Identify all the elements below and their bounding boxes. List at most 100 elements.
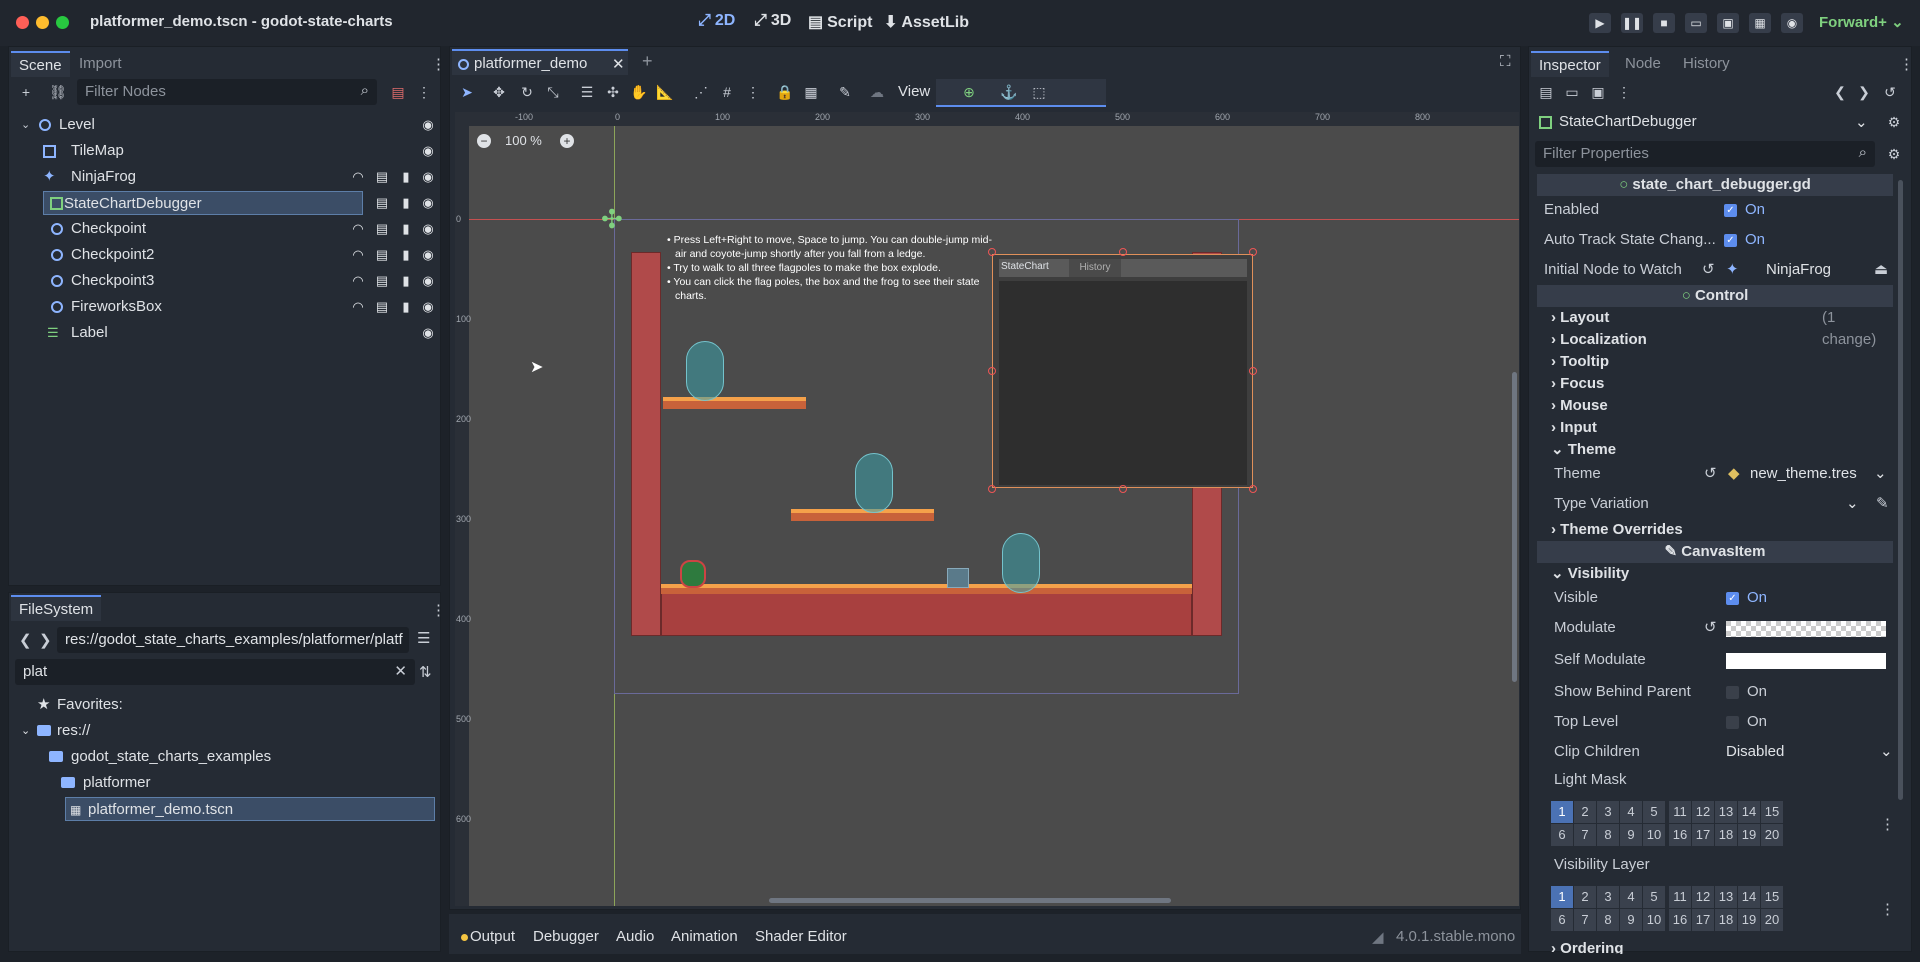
section-localization[interactable]: › Localization bbox=[1537, 329, 1893, 351]
visibility-eye-icon[interactable]: ◉ bbox=[419, 191, 437, 215]
script-icon[interactable]: ▮ bbox=[397, 243, 415, 267]
renderer-select[interactable]: Forward+ ⌄ bbox=[1819, 13, 1904, 31]
layer-cell[interactable]: 10 bbox=[1643, 909, 1665, 931]
visibility-eye-icon[interactable]: ◉ bbox=[419, 295, 437, 319]
file-search-input[interactable]: plat ✕ bbox=[15, 659, 415, 685]
zoom-in-icon[interactable]: + bbox=[560, 134, 574, 148]
open-resource-icon[interactable]: ▭ bbox=[1561, 81, 1583, 103]
layer-cell[interactable]: 15 bbox=[1761, 801, 1783, 823]
select-tool-icon[interactable]: ➤ bbox=[456, 81, 478, 103]
signals-icon[interactable]: ◠ bbox=[349, 295, 367, 319]
modulate-color-picker[interactable] bbox=[1726, 621, 1886, 637]
chevron-down-icon[interactable]: ⌄ bbox=[1874, 461, 1887, 487]
layer-cell[interactable]: 5 bbox=[1643, 801, 1665, 823]
lock-icon[interactable]: 🔒 bbox=[774, 81, 796, 103]
container-layout-icon[interactable]: ⬚ bbox=[1028, 81, 1050, 103]
group-icon[interactable]: ▤ bbox=[373, 269, 391, 293]
dock-menu-icon[interactable]: ⋮ bbox=[431, 55, 446, 73]
layer-cell[interactable]: 3 bbox=[1597, 801, 1619, 823]
group-icon[interactable]: ▤ bbox=[373, 191, 391, 215]
section-tooltip[interactable]: › Tooltip bbox=[1537, 351, 1893, 373]
tree-node-level[interactable]: ⌄ Level ◉ bbox=[17, 113, 434, 137]
scene-menu-icon[interactable]: ⋮ bbox=[413, 81, 435, 103]
sort-icon[interactable]: ⇅ bbox=[419, 663, 432, 681]
visibility-eye-icon[interactable]: ◉ bbox=[419, 217, 437, 241]
skeleton-icon[interactable]: ✎ bbox=[834, 81, 856, 103]
filter-nodes-input[interactable]: Filter Nodes ⌕ bbox=[77, 79, 377, 105]
ninja-frog[interactable] bbox=[680, 560, 706, 588]
tab-shader-editor[interactable]: Shader Editor bbox=[755, 928, 847, 945]
layer-cell[interactable]: 20 bbox=[1761, 824, 1783, 846]
enabled-checkbox[interactable]: ✓ On bbox=[1724, 197, 1765, 223]
section-visibility[interactable]: ⌄ Visibility bbox=[1537, 563, 1893, 585]
add-anchor-icon[interactable]: ⊕ bbox=[958, 81, 980, 103]
grid-snap-icon[interactable]: # bbox=[716, 81, 738, 103]
history-back-icon[interactable]: ❮ bbox=[1829, 81, 1851, 103]
close-window-button[interactable] bbox=[16, 16, 29, 29]
visibility-eye-icon[interactable]: ◉ bbox=[419, 243, 437, 267]
layer-cell[interactable]: 14 bbox=[1738, 886, 1760, 908]
new-tab-icon[interactable]: + bbox=[642, 51, 653, 72]
script-icon[interactable]: ▮ bbox=[397, 191, 415, 215]
layer-cell[interactable]: 4 bbox=[1620, 801, 1642, 823]
type-variation-dropdown[interactable]: ⌄ bbox=[1846, 491, 1859, 517]
horizontal-scrollbar[interactable] bbox=[769, 898, 1171, 903]
script-icon[interactable]: ▮ bbox=[397, 217, 415, 241]
save-resource-icon[interactable]: ▣ bbox=[1587, 81, 1609, 103]
layer-cell[interactable]: 12 bbox=[1692, 886, 1714, 908]
group-icon[interactable]: ▤ bbox=[373, 295, 391, 319]
layer-cell[interactable]: 18 bbox=[1715, 909, 1737, 931]
resize-handle[interactable] bbox=[1249, 485, 1257, 493]
light-mask-grid[interactable]: 1 2 3 4 5 11 12 13 14 15 6 7 8 9 10 16 1… bbox=[1551, 801, 1801, 847]
statechart-debugger-control[interactable]: StateChart History bbox=[992, 254, 1253, 488]
origin-gizmo-icon[interactable]: ✣ bbox=[601, 204, 623, 235]
section-theme-overrides[interactable]: › Theme Overrides bbox=[1537, 519, 1893, 541]
zoom-out-icon[interactable]: − bbox=[477, 134, 491, 148]
tab-animation[interactable]: Animation bbox=[671, 928, 738, 945]
tab-scene[interactable]: Scene bbox=[11, 51, 70, 77]
mode-script-button[interactable]: ▤ Script bbox=[808, 12, 872, 32]
layer-cell[interactable]: 15 bbox=[1761, 886, 1783, 908]
visibility-eye-icon[interactable]: ◉ bbox=[419, 269, 437, 293]
tab-output[interactable]: Output bbox=[470, 928, 515, 945]
mode-3d-button[interactable]: ⤢ 3D bbox=[754, 12, 791, 30]
layer-cell[interactable]: 2 bbox=[1574, 801, 1596, 823]
visibility-layer-grid[interactable]: 1 2 3 4 5 11 12 13 14 15 6 7 8 9 10 16 1… bbox=[1551, 886, 1801, 932]
checkpoint3-flag[interactable] bbox=[1002, 533, 1040, 593]
mode-assetlib-button[interactable]: ⬇ AssetLib bbox=[884, 12, 969, 32]
layer-cell[interactable]: 5 bbox=[1643, 886, 1665, 908]
script-icon[interactable]: ▮ bbox=[397, 295, 415, 319]
split-view-icon[interactable]: ☰ bbox=[417, 629, 430, 647]
section-focus[interactable]: › Focus bbox=[1537, 373, 1893, 395]
visibility-layer-menu-icon[interactable]: ⋮ bbox=[1880, 900, 1895, 918]
layer-cell[interactable]: 17 bbox=[1692, 909, 1714, 931]
fs-item-res[interactable]: ⌄ res:// bbox=[17, 719, 367, 743]
tab-import[interactable]: Import bbox=[71, 51, 130, 77]
tab-inspector[interactable]: Inspector bbox=[1531, 51, 1609, 77]
resize-handle[interactable] bbox=[988, 248, 996, 256]
chevron-down-icon[interactable]: ⌄ bbox=[1880, 739, 1893, 765]
snap-options-icon[interactable]: ⋮ bbox=[742, 81, 764, 103]
resize-handle[interactable] bbox=[988, 367, 996, 375]
layer-cell[interactable]: 2 bbox=[1574, 886, 1596, 908]
group-icon[interactable]: ▤ bbox=[373, 243, 391, 267]
script-icon[interactable]: ▮ bbox=[397, 269, 415, 293]
group-selected-icon[interactable]: ▦ bbox=[800, 81, 822, 103]
resize-handle[interactable] bbox=[1119, 485, 1127, 493]
pivot-tool-icon[interactable]: ✣ bbox=[602, 81, 624, 103]
layer-cell[interactable]: 20 bbox=[1761, 909, 1783, 931]
fireworks-box[interactable] bbox=[947, 568, 969, 588]
layer-cell[interactable]: 16 bbox=[1669, 909, 1691, 931]
layer-cell[interactable]: 14 bbox=[1738, 801, 1760, 823]
mode-2d-button[interactable]: ⤢ 2D bbox=[698, 12, 735, 30]
level-instructions-label[interactable]: • Press Left+Right to move, Space to jum… bbox=[667, 233, 1007, 303]
edit-icon[interactable]: ✎ bbox=[1876, 491, 1889, 517]
revert-icon[interactable]: ↺ bbox=[1704, 461, 1717, 487]
signals-icon[interactable]: ◠ bbox=[349, 165, 367, 189]
close-tab-icon[interactable]: ✕ bbox=[612, 55, 625, 73]
select-list-icon[interactable]: ☰ bbox=[576, 81, 598, 103]
remote-debug-icon[interactable]: ▭ bbox=[1685, 13, 1707, 33]
history-forward-icon[interactable]: ❯ bbox=[1853, 81, 1875, 103]
tree-node-checkpoint3[interactable]: Checkpoint3 ◠ ▤ ▮ ◉ bbox=[17, 269, 434, 293]
section-layout[interactable]: › Layout (1 change) bbox=[1537, 307, 1893, 348]
